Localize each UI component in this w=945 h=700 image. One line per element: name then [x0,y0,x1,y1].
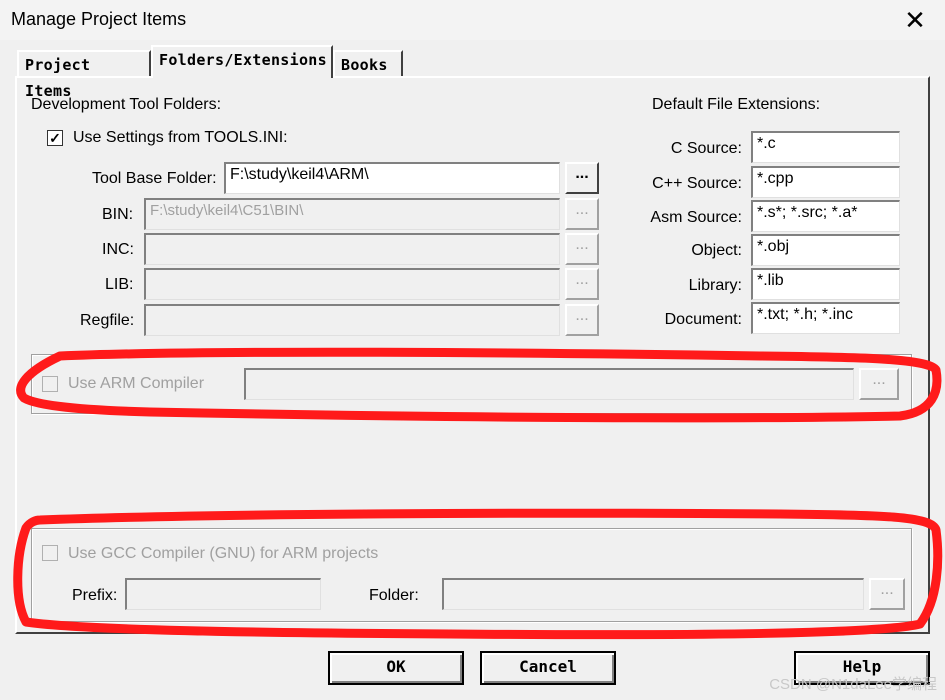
tab-folders-extensions[interactable]: Folders/Extensions [151,45,333,78]
annotation-circle-arm [16,347,942,423]
annotation-circle-gcc [13,508,943,640]
red-annotation-marks [13,347,943,640]
